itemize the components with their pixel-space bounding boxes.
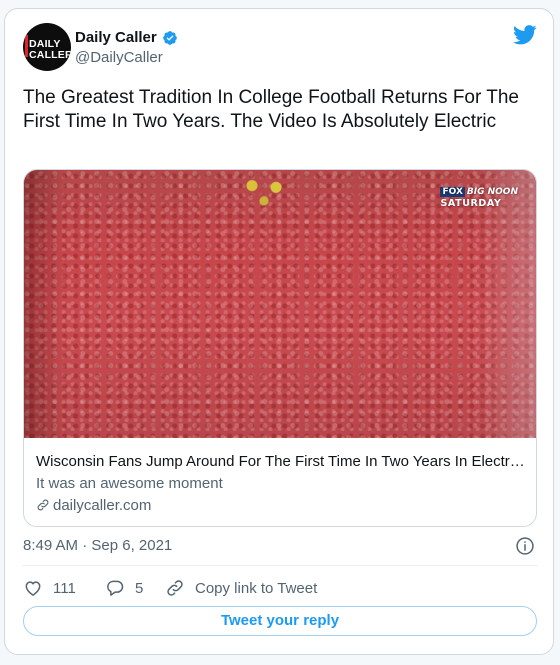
link-preview-title[interactable]: Wisconsin Fans Jump Around For The First… bbox=[36, 453, 526, 470]
link-domain-text: dailycaller.com bbox=[53, 497, 152, 514]
broadcast-logo: FOX BIG NOON SATURDAY bbox=[440, 183, 518, 209]
author-handle[interactable]: @DailyCaller bbox=[75, 49, 163, 66]
link-icon bbox=[167, 580, 183, 596]
image-stadium-figures bbox=[234, 172, 294, 206]
link-preview-domain[interactable]: dailycaller.com bbox=[36, 497, 151, 514]
like-count: 111 bbox=[53, 579, 76, 597]
reply-button[interactable]: 5 bbox=[105, 577, 143, 599]
divider bbox=[23, 565, 537, 566]
link-preview-image[interactable]: FOX BIG NOON SATURDAY bbox=[24, 170, 536, 438]
verified-badge-icon bbox=[163, 31, 177, 45]
reply-bubble-icon bbox=[107, 580, 124, 596]
twitter-bird-icon[interactable] bbox=[513, 25, 537, 45]
avatar[interactable]: DAILY CALLER bbox=[23, 23, 71, 71]
tweet-your-reply-button[interactable]: Tweet your reply bbox=[23, 606, 537, 636]
heart-icon bbox=[25, 581, 41, 596]
like-button[interactable]: 111 bbox=[23, 577, 76, 599]
avatar-logo-line2: CALLER bbox=[29, 49, 71, 61]
link-preview-card[interactable]: FOX BIG NOON SATURDAY Wisconsin Fans Jump… bbox=[23, 169, 537, 527]
broadcast-logo-day: SATURDAY bbox=[440, 198, 502, 209]
copy-link-label: Copy link to Tweet bbox=[195, 579, 318, 597]
reply-count: 5 bbox=[135, 579, 144, 597]
tweet-timestamp[interactable]: 8:49 AM · Sep 6, 2021 bbox=[23, 537, 172, 554]
avatar-accent-bar bbox=[25, 35, 28, 57]
link-icon bbox=[37, 499, 49, 511]
link-preview-description: It was an awesome moment bbox=[36, 475, 223, 492]
image-shade-left bbox=[24, 170, 64, 438]
tweet-text: The Greatest Tradition In College Footba… bbox=[23, 87, 520, 132]
info-icon[interactable] bbox=[515, 536, 535, 556]
image-shade-right bbox=[476, 170, 536, 438]
author-display-name[interactable]: Daily Caller bbox=[75, 29, 157, 46]
broadcast-logo-show: BIG NOON bbox=[466, 187, 518, 197]
tweet-embed-card: DAILY CALLER Daily Caller @DailyCaller T… bbox=[4, 8, 554, 655]
copy-link-button[interactable]: Copy link to Tweet bbox=[165, 577, 317, 599]
broadcast-logo-fox: FOX bbox=[440, 187, 465, 197]
